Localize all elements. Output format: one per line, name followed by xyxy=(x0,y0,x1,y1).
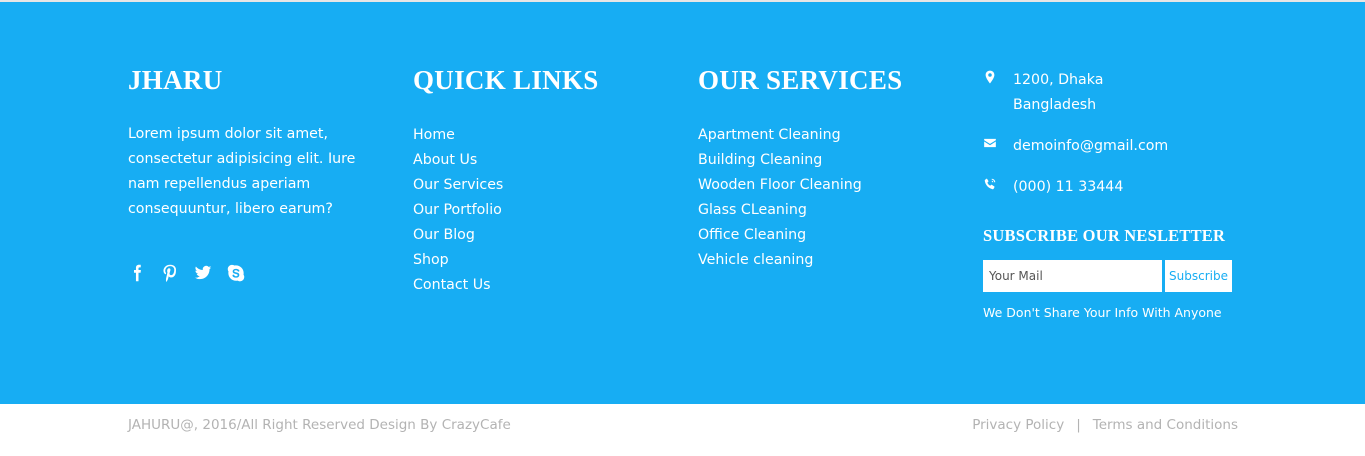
address-row: 1200, Dhaka Bangladesh xyxy=(983,68,1243,118)
social-links xyxy=(128,264,378,284)
about-column: JHARU Lorem ipsum dolor sit amet, consec… xyxy=(128,64,378,284)
quick-link-our-services[interactable]: Our Services xyxy=(413,173,663,198)
subscribe-button[interactable]: Subscribe xyxy=(1165,260,1232,292)
address-line-1: 1200, Dhaka xyxy=(1013,72,1104,88)
email-row: demoinfo@gmail.com xyxy=(983,134,1243,159)
services-list: Apartment Cleaning Building Cleaning Woo… xyxy=(698,123,948,273)
bottom-links: Privacy Policy | Terms and Conditions xyxy=(972,417,1238,433)
quick-link-contact-us[interactable]: Contact Us xyxy=(413,273,663,298)
quick-links-column: QUICK LINKS Home About Us Our Services O… xyxy=(413,64,663,298)
quick-links-list: Home About Us Our Services Our Portfolio… xyxy=(413,123,663,298)
newsletter-email-input[interactable] xyxy=(983,260,1162,292)
terms-link[interactable]: Terms and Conditions xyxy=(1093,417,1238,433)
quick-link-our-blog[interactable]: Our Blog xyxy=(413,223,663,248)
facebook-icon[interactable] xyxy=(128,264,148,284)
service-link-vehicle-cleaning[interactable]: Vehicle cleaning xyxy=(698,248,948,273)
contact-phone: (000) 11 33444 xyxy=(1013,179,1124,195)
quick-link-our-portfolio[interactable]: Our Portfolio xyxy=(413,198,663,223)
service-link-office-cleaning[interactable]: Office Cleaning xyxy=(698,223,948,248)
twitter-icon[interactable] xyxy=(194,264,214,284)
newsletter-title: SUBSCRIBE OUR NESLETTER xyxy=(983,226,1226,245)
phone-icon xyxy=(983,175,1013,195)
map-marker-icon xyxy=(983,68,1013,88)
services-title: OUR SERVICES xyxy=(698,65,903,95)
contact-email[interactable]: demoinfo@gmail.com xyxy=(1013,134,1168,159)
quick-link-home[interactable]: Home xyxy=(413,123,663,148)
envelope-icon xyxy=(983,134,1013,154)
address-line-2: Bangladesh xyxy=(1013,97,1097,113)
skype-icon[interactable] xyxy=(227,264,247,284)
newsletter-note: We Don't Share Your Info With Anyone xyxy=(983,305,1222,320)
footer-main: JHARU Lorem ipsum dolor sit amet, consec… xyxy=(0,0,1365,404)
copyright-text: JAHURU@, 2016/All Right Reserved Design … xyxy=(128,417,511,433)
quick-link-about-us[interactable]: About Us xyxy=(413,148,663,173)
service-link-building-cleaning[interactable]: Building Cleaning xyxy=(698,148,948,173)
footer-bottom-bar: JAHURU@, 2016/All Right Reserved Design … xyxy=(0,404,1365,456)
brand-title: JHARU xyxy=(128,65,223,95)
service-link-apartment-cleaning[interactable]: Apartment Cleaning xyxy=(698,123,948,148)
pinterest-icon[interactable] xyxy=(161,264,181,284)
service-link-glass-cleaning[interactable]: Glass CLeaning xyxy=(698,198,948,223)
link-separator: | xyxy=(1076,417,1081,433)
newsletter-form: Subscribe xyxy=(983,260,1243,292)
service-link-wooden-floor-cleaning[interactable]: Wooden Floor Cleaning xyxy=(698,173,948,198)
privacy-policy-link[interactable]: Privacy Policy xyxy=(972,417,1064,433)
phone-row: (000) 11 33444 xyxy=(983,175,1243,200)
contact-column: 1200, Dhaka Bangladesh demoinfo@gmail.co… xyxy=(983,68,1243,320)
quick-links-title: QUICK LINKS xyxy=(413,65,599,95)
about-text: Lorem ipsum dolor sit amet, consectetur … xyxy=(128,126,356,217)
services-column: OUR SERVICES Apartment Cleaning Building… xyxy=(698,64,948,273)
quick-link-shop[interactable]: Shop xyxy=(413,248,663,273)
